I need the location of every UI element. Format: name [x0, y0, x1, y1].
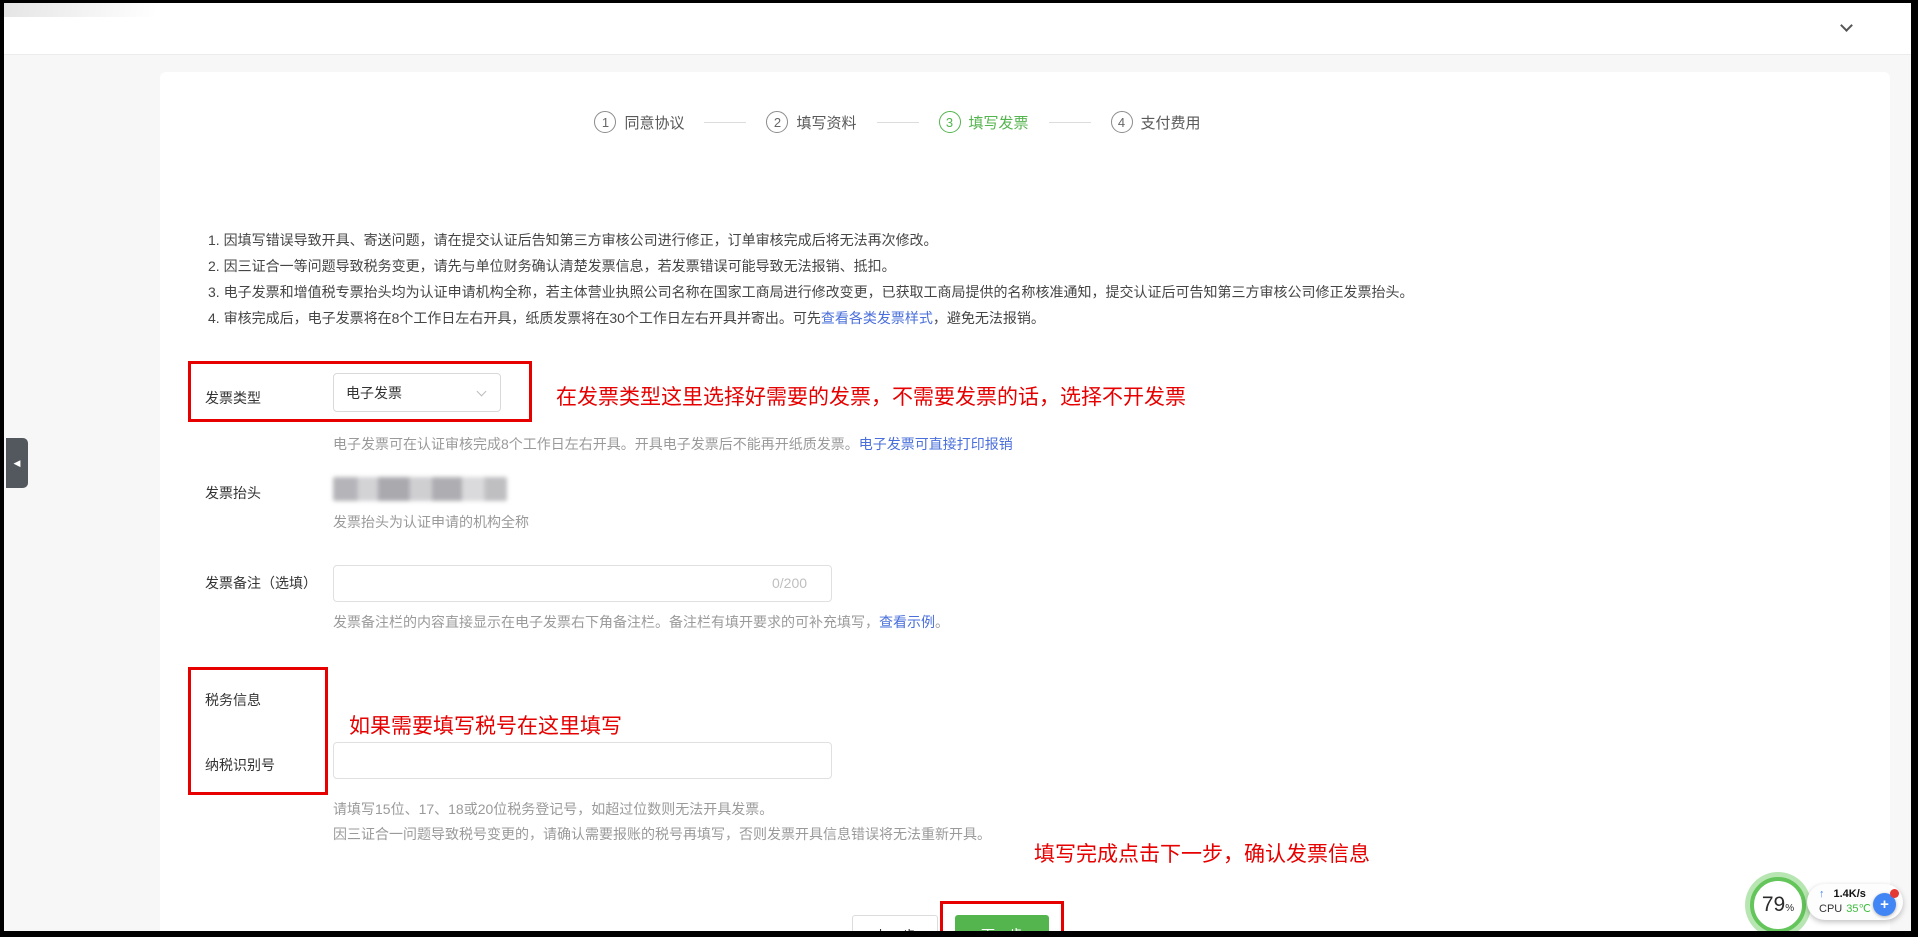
tax-section-label: 税务信息 [205, 690, 261, 710]
memory-percent-unit: % [1785, 903, 1794, 914]
invoice-type-value: 电子发票 [346, 383, 478, 403]
view-example-link[interactable]: 查看示例 [879, 614, 935, 630]
step-item-invoice: 3 填写发票 [939, 111, 1029, 133]
notification-dot [1890, 889, 1899, 898]
tax-hint: 如果需要填写税号在这里填写 [349, 710, 622, 740]
next-button[interactable]: 下一步 [955, 915, 1049, 931]
tax-id-label: 纳税识别号 [205, 755, 275, 775]
prev-button[interactable]: 上一步 [852, 915, 938, 931]
step-connector [704, 122, 746, 123]
step-label: 填写发票 [969, 112, 1029, 133]
tax-id-input[interactable] [333, 742, 832, 779]
app-frame: ◀ 1 同意协议 2 填写资料 3 填写发票 4 支付费用 1. 因填写错误导致… [4, 3, 1911, 931]
invoice-type-hint: 在发票类型这里选择好需要的发票，不需要发票的话，选择不开发票 [556, 381, 1186, 411]
step-item-info: 2 填写资料 [766, 111, 856, 133]
notice-line-4: 4. 审核完成后，电子发票将在8个工作日左右开具，纸质发票将在30个工作日左右开… [208, 305, 1488, 331]
invoice-title-label: 发票抬头 [205, 483, 261, 503]
step-circle: 3 [939, 111, 961, 133]
net-up-speed: 1.4K/s [1834, 887, 1866, 902]
invoice-title-helper: 发票抬头为认证申请的机构全称 [333, 512, 529, 532]
chevron-down-icon [478, 388, 488, 398]
notice-line-4-text: 4. 审核完成后，电子发票将在8个工作日左右开具，纸质发票将在30个工作日左右开… [208, 310, 821, 326]
memory-usage-badge[interactable]: 79% [1750, 877, 1806, 931]
up-arrow-icon: ↑ [1819, 887, 1825, 902]
step-connector [877, 122, 919, 123]
tax-highlight-box [188, 667, 328, 795]
tax-helper-1: 请填写15位、17、18或20位税务登记号，如超过位数则无法开具发票。 [333, 799, 773, 819]
stepper: 1 同意协议 2 填写资料 3 填写发票 4 支付费用 [4, 111, 1851, 133]
invoice-type-label: 发票类型 [205, 388, 261, 408]
step-label: 填写资料 [796, 112, 856, 133]
step-circle: 1 [594, 111, 616, 133]
next-step-hint: 填写完成点击下一步，确认发票信息 [1034, 838, 1370, 868]
notice-line-3: 3. 电子发票和增值税专票抬头均为认证申请机构全称，若主体营业执照公司名称在国家… [208, 279, 1488, 305]
top-bar [4, 3, 1911, 55]
invoice-type-helper-text: 电子发票可在认证审核完成8个工作日左右开具。开具电子发票后不能再开纸质发票。 [333, 436, 859, 452]
notice-line-1: 1. 因填写错误导致开具、寄送问题，请在提交认证后告知第三方审核公司进行修正，订… [208, 227, 1488, 253]
invoice-remark-label: 发票备注（选填） [205, 573, 317, 593]
memory-percent: 79 [1762, 893, 1785, 917]
step-label: 同意协议 [624, 112, 684, 133]
invoice-type-helper: 电子发票可在认证审核完成8个工作日左右开具。开具电子发票后不能再开纸质发票。电子… [333, 434, 1013, 454]
invoice-remark-helper-suffix: 。 [935, 614, 949, 630]
collapse-arrow-icon: ◀ [14, 458, 21, 469]
cpu-label: CPU [1819, 902, 1842, 917]
tax-helper-2: 因三证合一问题导致税号变更的，请确认需要报账的税号再填写，否则发票开具信息错误将… [333, 824, 991, 844]
step-circle: 4 [1111, 111, 1133, 133]
step-item-agree: 1 同意协议 [594, 111, 684, 133]
plus-icon: + [1880, 896, 1889, 913]
print-reimburse-link[interactable]: 电子发票可直接打印报销 [859, 436, 1013, 452]
cpu-temperature: 35℃ [1846, 902, 1871, 917]
invoice-remark-helper-text: 发票备注栏的内容直接显示在电子发票右下角备注栏。备注栏有填开要求的可补充填写， [333, 614, 879, 630]
invoice-remark-helper: 发票备注栏的内容直接显示在电子发票右下角备注栏。备注栏有填开要求的可补充填写，查… [333, 612, 949, 632]
invoice-remark-input[interactable] [333, 565, 832, 602]
notice-line-4-suffix: ，避免无法报销。 [933, 310, 1045, 326]
invoice-title-redacted [333, 477, 507, 501]
notice-list: 1. 因填写错误导致开具、寄送问题，请在提交认证后告知第三方审核公司进行修正，订… [208, 227, 1488, 331]
notice-line-2: 2. 因三证合一等问题导致税务变更，请先与单位财务确认清楚发票信息，若发票错误可… [208, 253, 1488, 279]
invoice-samples-link[interactable]: 查看各类发票样式 [821, 310, 933, 326]
step-item-pay: 4 支付费用 [1111, 111, 1201, 133]
chevron-down-icon[interactable] [1841, 21, 1853, 33]
step-label: 支付费用 [1141, 112, 1201, 133]
invoice-type-select[interactable]: 电子发票 [333, 373, 501, 412]
char-counter: 0/200 [772, 575, 807, 591]
sidebar-collapse-tab[interactable]: ◀ [6, 438, 28, 488]
step-circle: 2 [766, 111, 788, 133]
step-connector [1049, 122, 1091, 123]
